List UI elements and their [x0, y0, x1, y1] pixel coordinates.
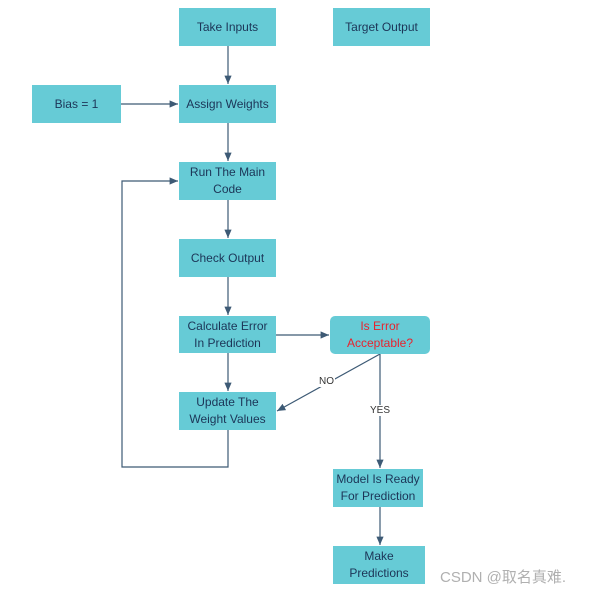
- node-assign-weights: Assign Weights: [179, 85, 276, 123]
- watermark: CSDN @取名真难.: [440, 569, 567, 586]
- node-label: Take Inputs: [196, 19, 259, 34]
- node-model-ready: Model Is Ready For Prediction: [333, 469, 423, 507]
- node-run-main-code: Run The Main Code: [179, 162, 276, 200]
- edge-label-no: NO: [318, 376, 335, 387]
- node-label: Model Is Ready For Prediction: [336, 472, 420, 503]
- node-make-predictions: Make Predictions: [333, 546, 425, 584]
- node-label: Run The Main Code: [189, 165, 266, 196]
- edge-label-yes: YES: [369, 405, 392, 416]
- node-label: Target Output: [345, 19, 418, 34]
- node-label: Update The Weight Values: [189, 395, 266, 426]
- node-label: Calculate Error In Prediction: [187, 318, 268, 350]
- node-is-error-acceptable: Is Error Acceptable?: [330, 316, 430, 354]
- node-target-output: Target Output: [333, 8, 430, 46]
- node-label: Is Error Acceptable?: [346, 319, 414, 350]
- node-update-weights: Update The Weight Values: [179, 392, 276, 430]
- node-label: Assign Weights: [186, 96, 269, 111]
- node-label: Bias = 1: [54, 96, 99, 111]
- node-calculate-error: Calculate Error In Prediction: [179, 316, 276, 353]
- node-check-output: Check Output: [179, 239, 276, 277]
- node-label: Make Predictions: [349, 549, 409, 580]
- node-bias: Bias = 1: [32, 85, 121, 123]
- node-label: Check Output: [190, 250, 265, 265]
- node-take-inputs: Take Inputs: [179, 8, 276, 46]
